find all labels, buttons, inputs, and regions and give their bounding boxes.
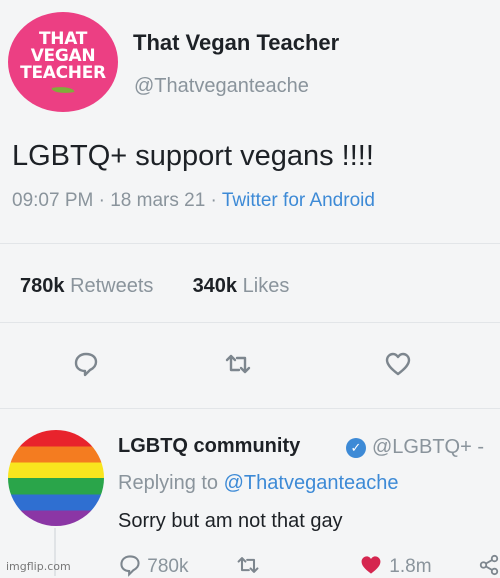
tweet-text: LGBTQ+ support vegans !!!! [12, 140, 374, 172]
reply-like-count: 1.8m [389, 556, 432, 577]
divider [0, 322, 500, 323]
author-display-name[interactable]: That Vegan Teacher [133, 30, 339, 56]
tweet-client-link[interactable]: Twitter for Android [222, 190, 375, 211]
tweet-date: 18 mars 21 [110, 190, 206, 211]
reply-author-display-name[interactable]: LGBTQ community [118, 435, 300, 458]
meta-separator: · [210, 190, 222, 211]
divider [0, 408, 500, 409]
retweets-stat[interactable]: 780k Retweets [20, 275, 159, 297]
liked-heart-icon [361, 556, 381, 574]
reply-like-action[interactable]: 1.8m [358, 553, 432, 578]
replying-prefix: Replying to [118, 472, 219, 494]
meta-separator: · [98, 190, 111, 211]
tweet-meta: 09:07 PM · 18 mars 21 · Twitter for Andr… [12, 190, 375, 212]
avatar-logo-line: TEACHER [20, 62, 106, 83]
avatar-logo-line: VEGAN [30, 45, 96, 66]
like-icon[interactable] [384, 350, 412, 378]
reply-author-handle[interactable]: @LGBTQ+ - [372, 436, 484, 459]
likes-count: 340k [192, 275, 238, 297]
replying-to: Replying to @Thatveganteache [118, 472, 399, 495]
reply-icon [120, 555, 140, 577]
imgflip-watermark: imgflip.com [6, 560, 71, 573]
likes-stat[interactable]: 340k Likes [193, 275, 290, 297]
share-icon [479, 554, 499, 576]
author-avatar[interactable]: THAT VEGAN TEACHER [8, 12, 118, 112]
retweet-icon[interactable] [224, 350, 252, 378]
reply-reply-action[interactable]: 780k [118, 553, 188, 578]
leaf-icon [51, 83, 75, 96]
avatar-logo-line: THAT [38, 28, 88, 49]
reply-text: Sorry but am not that gay [118, 510, 343, 532]
reply-reply-count: 780k [147, 556, 189, 577]
likes-label: Likes [242, 275, 290, 297]
verified-badge-icon: ✓ [346, 438, 366, 458]
reply-share-action[interactable] [478, 553, 500, 578]
replying-to-handle-link[interactable]: @Thatveganteache [224, 472, 399, 494]
retweet-icon [237, 557, 259, 573]
reply-icon[interactable] [72, 350, 100, 378]
retweets-count: 780k [20, 275, 65, 297]
tweet-stats: 780k Retweets 340k Likes [20, 275, 289, 298]
divider [0, 243, 500, 244]
retweets-label: Retweets [70, 275, 154, 297]
reply-retweet-action[interactable] [236, 553, 260, 578]
tweet-time: 09:07 PM [12, 190, 94, 211]
reply-author-avatar[interactable] [8, 430, 104, 526]
author-handle[interactable]: @Thatveganteache [134, 75, 309, 98]
